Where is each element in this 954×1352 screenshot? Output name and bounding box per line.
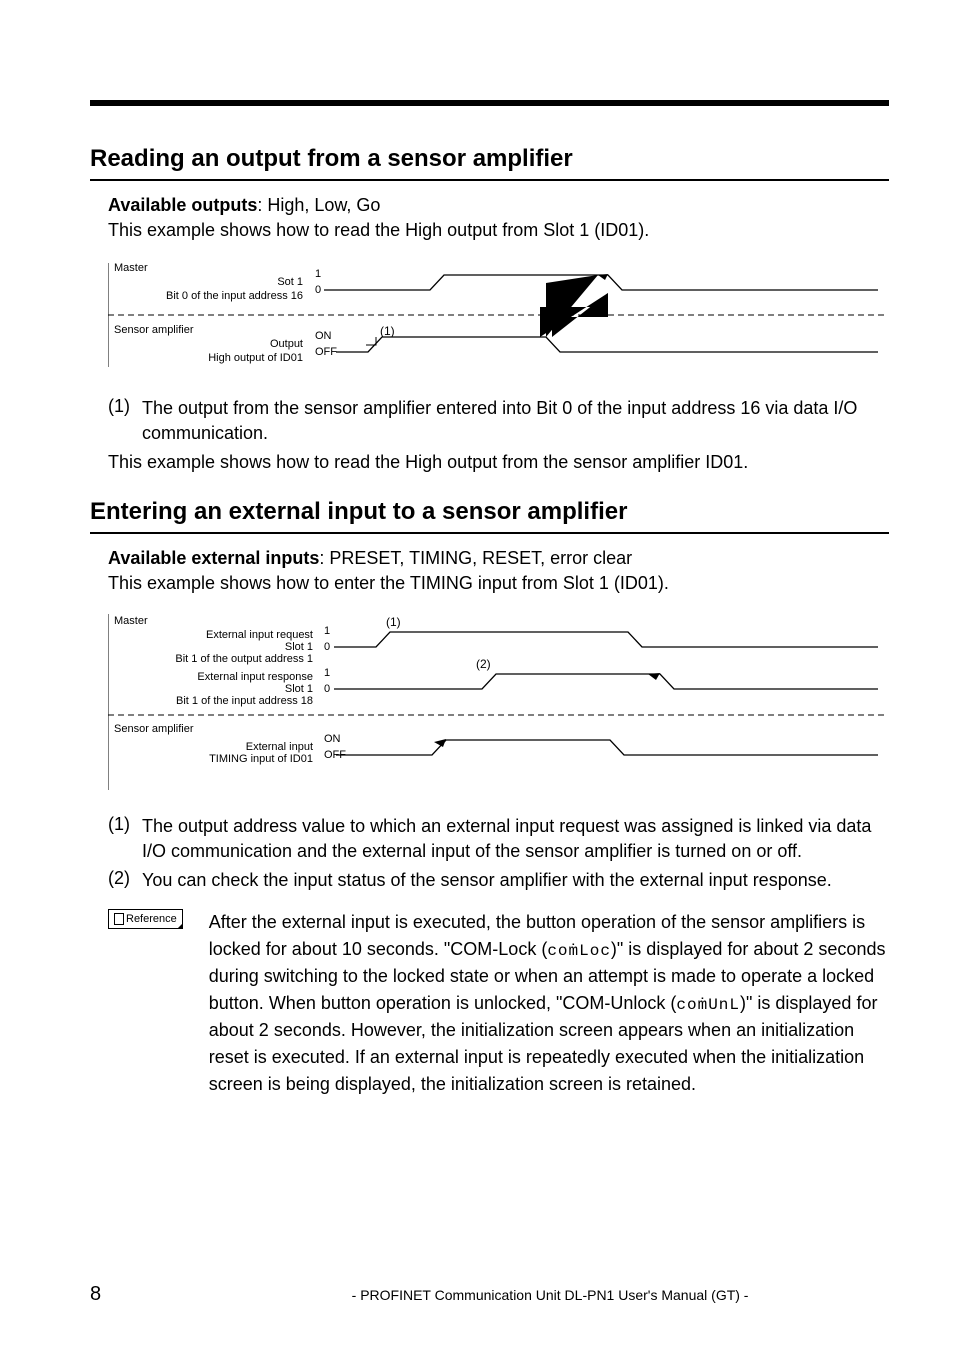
header-rule <box>90 100 889 106</box>
d2-ann1: (1) <box>386 615 401 629</box>
s2-note1-num: (1) <box>108 814 142 864</box>
available-inputs: Available external inputs: PRESET, TIMIN… <box>108 548 889 569</box>
d2-req: External input request <box>206 629 313 641</box>
d2-sensor: Sensor amplifier <box>114 723 194 735</box>
d2-resp: External input response <box>197 671 313 683</box>
d2-one-b: 1 <box>324 667 330 679</box>
section2-note1: (1) The output address value to which an… <box>108 814 889 864</box>
d2-one-a: 1 <box>324 625 330 637</box>
d2-master: Master <box>114 615 148 627</box>
d2-bitin: Bit 1 of the input address 18 <box>176 695 313 707</box>
section2-note2: (2) You can check the input status of th… <box>108 868 889 893</box>
d2-slot1a: Slot 1 <box>285 641 313 653</box>
section1-note1: (1) The output from the sensor amplifier… <box>108 396 889 446</box>
s2-note1-body: The output address value to which an ext… <box>142 814 889 864</box>
comunl-seg: coṁUnL <box>676 996 740 1014</box>
d2-timing: TIMING input of ID01 <box>209 753 313 765</box>
d1-ann1: (1) <box>380 324 395 338</box>
d2-slot1b: Slot 1 <box>285 683 313 695</box>
available-outputs-values: : High, Low, Go <box>257 195 380 215</box>
d1-slot: Sot 1 <box>277 276 303 288</box>
reference-badge-icon <box>114 913 124 925</box>
diagram-input: Master External input request Slot 1 Bit… <box>108 610 888 795</box>
s2-note2-body: You can check the input status of the se… <box>142 868 889 893</box>
d2-ann2: (2) <box>476 657 491 671</box>
d1-on: ON <box>315 330 332 342</box>
reference-badge: Reference <box>108 909 183 929</box>
d1-off: OFF <box>315 346 337 358</box>
d2-bitout: Bit 1 of the output address 1 <box>175 653 313 665</box>
d2-on: ON <box>324 733 341 745</box>
reference-badge-text: Reference <box>126 912 177 926</box>
page-footer: 8 - PROFINET Communication Unit DL-PN1 U… <box>90 1283 889 1306</box>
d1-zero: 0 <box>315 284 321 296</box>
available-inputs-label: Available external inputs <box>108 548 319 568</box>
d1-master: Master <box>114 262 148 274</box>
s2-note2-num: (2) <box>108 868 142 893</box>
available-outputs: Available outputs: High, Low, Go <box>108 195 889 216</box>
page-number: 8 <box>90 1283 101 1306</box>
d2-zero-b: 0 <box>324 683 330 695</box>
section2-title: Entering an external input to a sensor a… <box>90 498 889 534</box>
available-inputs-values: : PRESET, TIMING, RESET, error clear <box>319 548 632 568</box>
d2-zero-a: 0 <box>324 641 330 653</box>
section1-note2: This example shows how to read the High … <box>108 450 889 475</box>
footer-text: - PROFINET Communication Unit DL-PN1 Use… <box>211 1287 889 1303</box>
reference-text: After the external input is executed, th… <box>209 909 889 1098</box>
reference-block: Reference After the external input is ex… <box>108 909 889 1098</box>
d1-output: Output <box>270 338 303 350</box>
d1-high: High output of ID01 <box>208 352 303 364</box>
d1-one: 1 <box>315 268 321 280</box>
note1-body: The output from the sensor amplifier ent… <box>142 396 889 446</box>
comloc-seg: coṁLoc <box>547 942 611 960</box>
diagram-output: Master Sot 1 Bit 0 of the input address … <box>108 257 888 377</box>
d1-bit: Bit 0 of the input address 16 <box>166 290 303 302</box>
section1-title: Reading an output from a sensor amplifie… <box>90 145 889 181</box>
available-outputs-label: Available outputs <box>108 195 257 215</box>
note1-num: (1) <box>108 396 142 446</box>
d2-ext: External input <box>246 741 313 753</box>
d1-sensor: Sensor amplifier <box>114 324 194 336</box>
section2-example: This example shows how to enter the TIMI… <box>108 573 889 594</box>
section1-example: This example shows how to read the High … <box>108 220 889 241</box>
